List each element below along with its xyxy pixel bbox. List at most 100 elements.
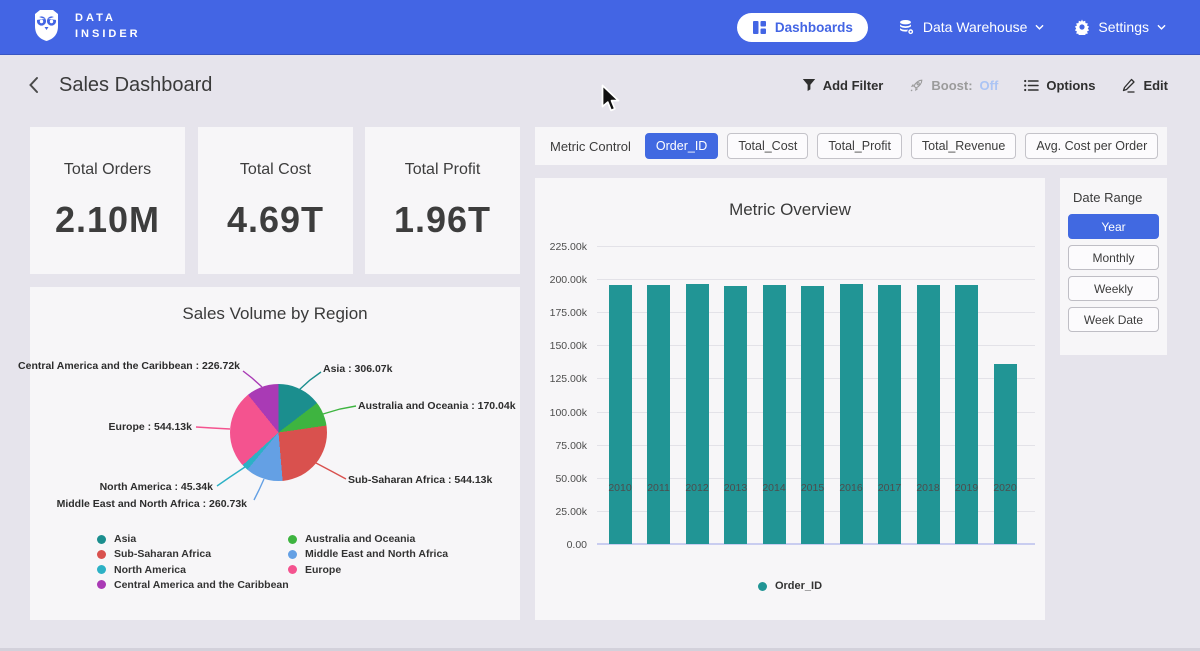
list-options-icon: [1024, 79, 1039, 92]
legend-label: Australia and Oceania: [305, 533, 415, 545]
legend-dot-icon: [288, 535, 297, 544]
kpi-value: 1.96T: [365, 199, 520, 241]
kpi-label: Total Profit: [365, 161, 520, 179]
metric-option-total-revenue[interactable]: Total_Revenue: [911, 133, 1016, 159]
y-tick-label: 225.00k: [527, 241, 587, 253]
edit-button[interactable]: Edit: [1121, 78, 1168, 93]
metric-option-avg-cost-per-order[interactable]: Avg. Cost per Order: [1025, 133, 1158, 159]
data-warehouse-label: Data Warehouse: [923, 19, 1028, 35]
x-tick-label: 2019: [947, 482, 987, 494]
legend-label: Middle East and North Africa: [305, 548, 448, 560]
dashboards-button[interactable]: Dashboards: [737, 13, 868, 42]
gear-icon: [1074, 19, 1090, 35]
bar-legend-label: Order_ID: [775, 580, 822, 592]
bar-2020[interactable]: [994, 364, 1017, 544]
x-tick-label: 2013: [716, 482, 756, 494]
metric-option-order-id[interactable]: Order_ID: [645, 133, 718, 159]
sales-volume-panel: Sales Volume by Region Asia : 306.07kAus…: [30, 287, 520, 620]
bar-2012[interactable]: [686, 284, 709, 544]
y-tick-label: 75.00k: [527, 440, 587, 452]
date-range-buttons: Year Monthly Weekly Week Date: [1060, 214, 1167, 332]
bar-2019[interactable]: [955, 285, 978, 544]
metric-option-total-profit[interactable]: Total_Profit: [817, 133, 902, 159]
pie-legend-item-asia[interactable]: Asia: [97, 533, 136, 545]
dashboards-label: Dashboards: [775, 20, 853, 35]
data-warehouse-menu[interactable]: Data Warehouse: [898, 19, 1045, 36]
date-range-week-date[interactable]: Week Date: [1068, 307, 1159, 332]
x-tick-label: 2020: [985, 482, 1025, 494]
kpi-card-total-orders[interactable]: Total Orders2.10M: [30, 127, 185, 274]
options-button[interactable]: Options: [1024, 78, 1095, 93]
bar-2014[interactable]: [763, 285, 786, 544]
metric-control-label: Metric Control: [550, 139, 631, 154]
legend-label: North America: [114, 564, 186, 576]
chevron-down-icon: [1035, 23, 1044, 32]
kpi-card-total-profit[interactable]: Total Profit 1.96T: [365, 127, 520, 274]
legend-dot-icon: [97, 550, 106, 559]
date-range-weekly[interactable]: Weekly: [1068, 276, 1159, 301]
bar-2017[interactable]: [878, 285, 901, 544]
bar-2010[interactable]: [609, 285, 632, 544]
date-range-monthly[interactable]: Monthly: [1068, 245, 1159, 270]
metric-overview-panel: Metric Overview 225.00k200.00k175.00k150…: [535, 178, 1045, 620]
database-icon: [898, 19, 915, 36]
kpi-card-total-cost[interactable]: Total Cost 4.69T: [198, 127, 353, 274]
y-tick-label: 25.00k: [527, 506, 587, 518]
bar-2018[interactable]: [917, 285, 940, 544]
pie-label-central-america-and-the-caribbean: Central America and the Caribbean : 226.…: [18, 360, 240, 372]
chevron-down-icon: [1157, 23, 1166, 32]
bar-chart-plot[interactable]: [597, 246, 1035, 544]
boost-toggle[interactable]: Boost: Off: [909, 78, 998, 93]
x-tick-label: 2016: [831, 482, 871, 494]
brand-line1: DATA: [75, 11, 141, 27]
top-nav: DATA INSIDER Dashboards: [0, 0, 1200, 55]
x-tick-label: 2011: [639, 482, 679, 494]
y-tick-label: 50.00k: [527, 473, 587, 485]
legend-dot-icon: [758, 582, 767, 591]
date-range-label: Date Range: [1073, 190, 1167, 205]
bar-2015[interactable]: [801, 286, 824, 545]
gridline: [597, 279, 1035, 280]
x-tick-label: 2012: [677, 482, 717, 494]
page-header: Sales Dashboard Add Filter Boost: Off: [0, 55, 1200, 115]
page-title: Sales Dashboard: [59, 74, 212, 97]
x-tick-label: 2010: [600, 482, 640, 494]
bar-2013[interactable]: [724, 286, 747, 545]
add-filter-button[interactable]: Add Filter: [802, 78, 884, 93]
pie-legend-item-middle-east-and-north-africa[interactable]: Middle East and North Africa: [288, 548, 448, 560]
back-button[interactable]: [26, 75, 41, 95]
pie-legend-item-europe[interactable]: Europe: [288, 564, 341, 576]
rocket-icon: [909, 78, 924, 93]
bar-chart-title: Metric Overview: [535, 200, 1045, 220]
pie-label-australia-and-oceania: Australia and Oceania : 170.04k: [358, 400, 516, 412]
pie-legend-item-australia-and-oceania[interactable]: Australia and Oceania: [288, 533, 415, 545]
pie-legend-item-central-america-and-the-caribbean[interactable]: Central America and the Caribbean: [97, 579, 289, 591]
bar-2016[interactable]: [840, 284, 863, 544]
settings-label: Settings: [1098, 19, 1149, 35]
kpi-label: Total Cost: [198, 161, 353, 179]
bar-2011[interactable]: [647, 285, 670, 544]
filter-funnel-icon: [802, 78, 816, 92]
y-tick-label: 150.00k: [527, 340, 587, 352]
legend-dot-icon: [288, 565, 297, 574]
pie-legend-item-sub-saharan-africa[interactable]: Sub-Saharan Africa: [97, 548, 211, 560]
legend-dot-icon: [97, 565, 106, 574]
brand-line2: INSIDER: [75, 27, 141, 43]
pie-label-middle-east-and-north-africa: Middle East and North Africa : 260.73k: [57, 498, 247, 510]
pie-chart-title: Sales Volume by Region: [30, 304, 520, 324]
x-tick-label: 2017: [870, 482, 910, 494]
metric-option-total-cost[interactable]: Total_Cost: [727, 133, 808, 159]
pencil-icon: [1121, 78, 1136, 93]
pie-legend-item-north-america[interactable]: North America: [97, 564, 186, 576]
legend-label: Central America and the Caribbean: [114, 579, 289, 591]
date-range-year[interactable]: Year: [1068, 214, 1159, 239]
boost-value: Off: [980, 78, 999, 93]
dashboard-grid-icon: [752, 20, 767, 35]
pie-label-europe: Europe : 544.13k: [109, 421, 192, 433]
pie-chart[interactable]: [230, 384, 327, 481]
settings-menu[interactable]: Settings: [1074, 19, 1166, 35]
pie-label-north-america: North America : 45.34k: [100, 481, 213, 493]
kpi-label: Total Orders: [30, 161, 185, 179]
kpi-value: 4.69T: [198, 199, 353, 241]
metric-buttons: Order_ID Total_Cost Total_Profit Total_Reve…: [645, 133, 1158, 159]
